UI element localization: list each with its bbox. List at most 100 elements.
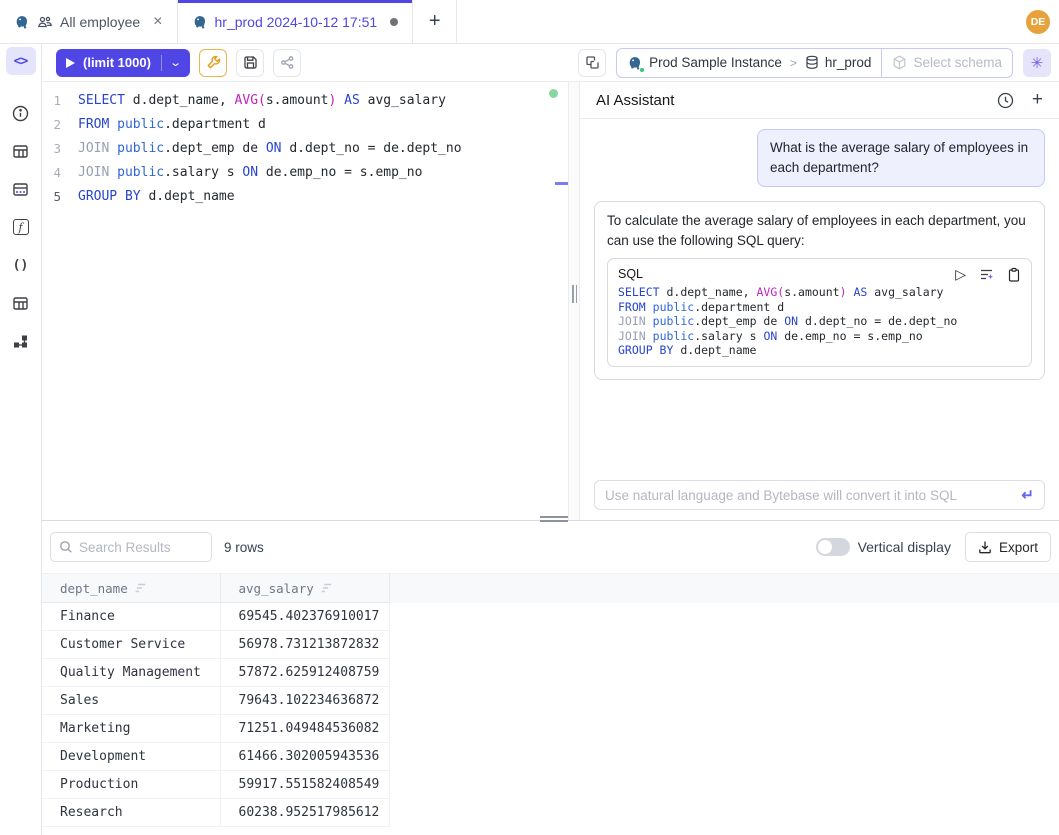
new-chat-button[interactable]: + — [1032, 89, 1043, 111]
code-line: 3JOIN public.dept_emp de ON d.dept_no = … — [42, 137, 568, 161]
insert-into-editor-icon[interactable] — [979, 267, 994, 282]
empty-cell — [390, 659, 1059, 687]
table-row[interactable]: Production59917.551582408549 — [42, 771, 1059, 799]
vertical-display-label: Vertical display — [858, 539, 951, 555]
run-code-icon[interactable]: ▷ — [955, 266, 966, 283]
ai-answer-text: To calculate the average salary of emplo… — [607, 211, 1032, 251]
return-icon[interactable]: ↵ — [1021, 486, 1034, 504]
instance-name: Prod Sample Instance — [649, 55, 782, 70]
connection-database-selector[interactable]: Prod Sample Instance > hr_prod — [617, 49, 881, 77]
empty-cell — [390, 743, 1059, 771]
table-cell[interactable]: Marketing — [42, 715, 220, 743]
history-button[interactable] — [997, 92, 1014, 109]
sidebar-item-external-tables[interactable] — [6, 175, 36, 203]
ai-assistant-panel: AI Assistant + What is the average salar… — [580, 82, 1059, 520]
code-line: JOIN public.dept_emp de ON d.dept_no = d… — [618, 314, 1021, 329]
share-sheet-button[interactable] — [273, 49, 301, 77]
table-cell[interactable]: 69545.402376910017 — [220, 603, 390, 631]
table-cell[interactable]: 61466.302005943536 — [220, 743, 390, 771]
table-cell[interactable]: Quality Management — [42, 659, 220, 687]
sql-editor[interactable]: 1SELECT d.dept_name, AVG(s.amount) AS av… — [42, 82, 568, 520]
table-cell[interactable]: 56978.731213872832 — [220, 631, 390, 659]
ai-chat-area: What is the average salary of employees … — [580, 119, 1059, 480]
horizontal-splitter-handle[interactable] — [540, 516, 568, 524]
table-cell[interactable]: 57872.625912408759 — [220, 659, 390, 687]
results-table: dept_name avg_salary Finance69545.402376… — [42, 573, 1059, 827]
ai-prompt-input[interactable] — [605, 488, 1021, 503]
sidebar-item-functions[interactable]: f — [6, 213, 36, 241]
column-label: dept_name — [60, 581, 128, 596]
database-name: hr_prod — [825, 55, 872, 70]
run-query-button[interactable]: (limit 1000) ⌄ — [56, 49, 190, 77]
tab-hr-prod[interactable]: hr_prod 2024-10-12 17:51 — [178, 0, 414, 43]
overview-ruler-mark — [555, 182, 568, 185]
tab-all-employee[interactable]: All employee × — [0, 0, 178, 43]
run-divider — [161, 55, 162, 71]
search-results-input[interactable] — [79, 540, 203, 555]
code-line: 1SELECT d.dept_name, AVG(s.amount) AS av… — [42, 89, 568, 113]
avatar[interactable]: DE — [1026, 10, 1050, 34]
table-row[interactable]: Customer Service56978.731213872832 — [42, 631, 1059, 659]
column-label: avg_salary — [239, 581, 314, 596]
schema-diagram-icon — [12, 333, 29, 350]
code-line: 2FROM public.department d — [42, 113, 568, 137]
breadcrumb-separator: > — [790, 56, 797, 70]
table-cell[interactable]: 71251.049484536082 — [220, 715, 390, 743]
table-cell[interactable]: Customer Service — [42, 631, 220, 659]
function-icon: f — [13, 219, 29, 235]
save-sheet-button[interactable] — [236, 49, 264, 77]
splitter-handle-icon — [572, 285, 577, 303]
run-label: (limit 1000) — [83, 55, 151, 70]
sidebar-item-procedures[interactable]: () — [6, 251, 36, 279]
batch-query-button[interactable] — [578, 49, 606, 77]
table-cell[interactable]: 79643.102234636872 — [220, 687, 390, 715]
line-number: 4 — [42, 161, 78, 185]
vertical-splitter[interactable] — [568, 82, 580, 520]
table-row[interactable]: Research60238.952517985612 — [42, 799, 1059, 827]
code-line: 5GROUP BY d.dept_name — [42, 185, 568, 209]
parentheses-icon: () — [13, 258, 29, 273]
sidebar-item-schema-diagram[interactable] — [6, 327, 36, 355]
column-header-avg-salary[interactable]: avg_salary — [220, 574, 390, 603]
sort-icon[interactable] — [321, 583, 333, 594]
table-row[interactable]: Quality Management57872.625912408759 — [42, 659, 1059, 687]
export-button[interactable]: Export — [965, 532, 1051, 562]
sidebar-item-info[interactable] — [6, 99, 36, 127]
table-cell[interactable]: Sales — [42, 687, 220, 715]
column-header-dept-name[interactable]: dept_name — [42, 574, 220, 603]
people-icon — [37, 14, 53, 30]
table-cell[interactable]: Development — [42, 743, 220, 771]
copy-code-icon[interactable] — [1007, 267, 1021, 282]
schema-selector[interactable]: Select schema — [881, 49, 1012, 77]
sidebar-item-tables[interactable] — [6, 137, 36, 165]
openai-icon: ✳ — [1031, 54, 1044, 72]
table-icon — [12, 143, 29, 160]
close-icon[interactable]: × — [153, 13, 162, 31]
line-number: 2 — [42, 113, 78, 137]
code-icon: <> — [14, 54, 28, 69]
table-cell[interactable]: Finance — [42, 603, 220, 631]
empty-cell — [390, 631, 1059, 659]
new-tab-button[interactable]: + — [413, 0, 457, 43]
code-line: FROM public.department d — [618, 300, 1021, 315]
sort-icon[interactable] — [135, 583, 147, 594]
table-row[interactable]: Development61466.302005943536 — [42, 743, 1059, 771]
table-cell[interactable]: Research — [42, 799, 220, 827]
table-row[interactable]: Marketing71251.049484536082 — [42, 715, 1059, 743]
vertical-display-toggle[interactable] — [816, 538, 850, 556]
postgres-icon — [14, 14, 30, 30]
format-sql-button[interactable] — [199, 49, 227, 77]
table-row[interactable]: Sales79643.102234636872 — [42, 687, 1059, 715]
sidebar-item-sheets[interactable] — [6, 289, 36, 317]
ai-sql-code: SELECT d.dept_name, AVG(s.amount) AS avg… — [618, 285, 1021, 358]
table-cell[interactable]: 60238.952517985612 — [220, 799, 390, 827]
table-cell[interactable]: Production — [42, 771, 220, 799]
table-row[interactable]: Finance69545.402376910017 — [42, 603, 1059, 631]
table-cell[interactable]: 59917.551582408549 — [220, 771, 390, 799]
column-header-empty — [390, 574, 1059, 603]
ai-assistant-button[interactable]: ✳ — [1023, 49, 1051, 77]
empty-cell — [390, 603, 1059, 631]
chevron-down-icon[interactable]: ⌄ — [169, 56, 182, 69]
code-line: JOIN public.salary s ON de.emp_no = s.em… — [618, 329, 1021, 344]
sidebar-item-sql-editor[interactable]: <> — [6, 47, 36, 75]
